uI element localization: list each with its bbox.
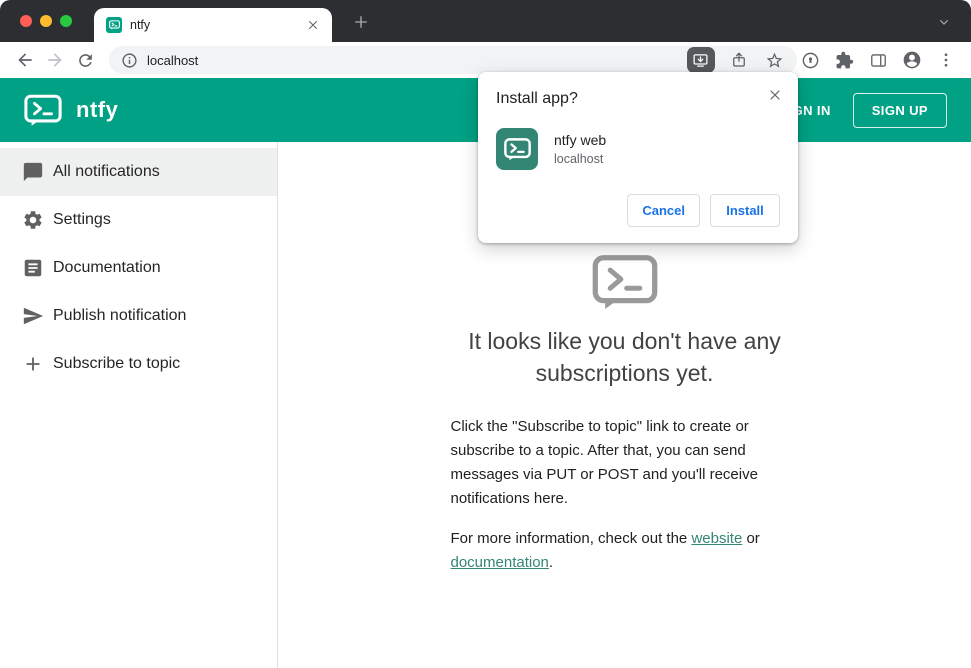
header-actions: SIGN IN SIGN UP bbox=[780, 92, 947, 128]
more-info-text: For more information, check out the webs… bbox=[451, 527, 799, 575]
forward-button[interactable] bbox=[42, 46, 68, 74]
install-icon bbox=[693, 53, 708, 67]
sidebar-item-label: Settings bbox=[53, 211, 111, 228]
app-origin: localhost bbox=[554, 152, 604, 166]
website-link[interactable]: website bbox=[691, 530, 742, 547]
sidebar-item-subscribe-to-topic[interactable]: Subscribe to topic bbox=[0, 340, 277, 388]
tab-strip-chevron-icon[interactable] bbox=[931, 9, 957, 35]
forward-arrow-icon bbox=[48, 53, 63, 67]
dialog-actions: Cancel Install bbox=[496, 194, 780, 227]
sign-up-button[interactable]: SIGN UP bbox=[852, 92, 947, 128]
tab-title: ntfy bbox=[130, 18, 151, 32]
reload-icon bbox=[79, 53, 93, 67]
window-controls bbox=[20, 15, 72, 27]
browser-tab-strip: ntfy bbox=[0, 0, 971, 42]
star-icon bbox=[767, 52, 783, 68]
brand-name: ntfy bbox=[76, 97, 119, 122]
back-button[interactable] bbox=[12, 46, 38, 74]
dialog-title: Install app? bbox=[496, 90, 578, 107]
window-close-button[interactable] bbox=[20, 15, 32, 27]
site-info-icon[interactable] bbox=[121, 52, 138, 69]
empty-state-heading: It looks like you don't have any subscri… bbox=[468, 328, 781, 387]
reload-button[interactable] bbox=[73, 46, 99, 74]
bookmark-button[interactable] bbox=[763, 48, 787, 72]
install-button[interactable]: Install bbox=[710, 194, 780, 227]
ntfy-app-icon bbox=[496, 128, 538, 170]
plus-icon bbox=[355, 16, 367, 28]
ntfy-logo-icon bbox=[592, 254, 658, 311]
more-info-prefix: For more information, check out the bbox=[450, 530, 692, 548]
password-manager-extension-icon[interactable] bbox=[797, 47, 823, 73]
sidebar: All notifications Settings Documentation… bbox=[0, 142, 278, 668]
profile-avatar-icon[interactable] bbox=[899, 47, 925, 73]
window-minimize-button[interactable] bbox=[40, 15, 52, 27]
address-bar[interactable]: localhost bbox=[108, 46, 797, 74]
new-tab-button[interactable] bbox=[348, 9, 374, 35]
plus-icon bbox=[21, 352, 45, 376]
gear-icon bbox=[21, 208, 45, 232]
sidebar-item-label: Documentation bbox=[53, 259, 161, 276]
toolbar-right-icons bbox=[797, 47, 959, 73]
window-zoom-button[interactable] bbox=[60, 15, 72, 27]
browser-tab[interactable]: ntfy bbox=[94, 8, 332, 42]
sidebar-item-label: Subscribe to topic bbox=[53, 355, 181, 372]
dialog-app-row: ntfy web localhost bbox=[496, 128, 780, 170]
dialog-app-text: ntfy web localhost bbox=[554, 132, 606, 166]
more-info-suffix: . bbox=[548, 554, 554, 572]
extensions-puzzle-icon[interactable] bbox=[831, 47, 857, 73]
document-icon bbox=[21, 256, 45, 280]
tab-close-icon[interactable] bbox=[304, 16, 322, 34]
share-button[interactable] bbox=[727, 48, 751, 72]
side-panel-icon[interactable] bbox=[865, 47, 891, 73]
browser-window: ntfy localhost ntfy SIGN IN SIGN UP All … bbox=[0, 0, 971, 668]
dialog-close-icon[interactable] bbox=[765, 85, 785, 105]
url-text[interactable]: localhost bbox=[147, 53, 198, 68]
chat-bubble-icon bbox=[21, 160, 45, 184]
sidebar-item-label: All notifications bbox=[53, 163, 160, 180]
install-app-dialog: Install app? ntfy web localhost Cancel I… bbox=[478, 72, 798, 243]
back-arrow-icon bbox=[18, 53, 32, 67]
browser-menu-icon[interactable] bbox=[933, 47, 959, 73]
empty-state-description: Click the "Subscribe to topic" link to c… bbox=[450, 418, 758, 508]
sidebar-item-all-notifications[interactable]: All notifications bbox=[0, 148, 277, 196]
sidebar-item-documentation[interactable]: Documentation bbox=[0, 244, 277, 292]
install-app-button[interactable] bbox=[686, 47, 715, 73]
cancel-button[interactable]: Cancel bbox=[627, 194, 700, 227]
ntfy-logo-icon bbox=[24, 94, 62, 127]
documentation-link[interactable]: documentation bbox=[451, 554, 549, 571]
ntfy-favicon-icon bbox=[106, 17, 122, 33]
sidebar-item-publish-notification[interactable]: Publish notification bbox=[0, 292, 277, 340]
send-icon bbox=[21, 304, 45, 328]
sidebar-item-settings[interactable]: Settings bbox=[0, 196, 277, 244]
more-info-separator: or bbox=[742, 530, 760, 548]
app-name: ntfy web bbox=[554, 132, 607, 148]
share-icon bbox=[733, 52, 745, 67]
sidebar-item-label: Publish notification bbox=[53, 307, 187, 324]
